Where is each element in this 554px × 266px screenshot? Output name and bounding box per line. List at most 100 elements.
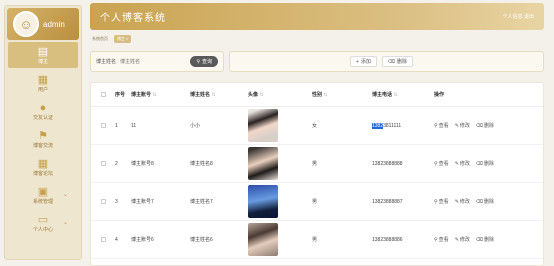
- table-header: 序号 博主账号 ⇅ 博主姓名 ⇅ 头像 ⇅ 性别 ⇅ 博主电话 ⇅ 操作: [91, 83, 543, 107]
- table-row: 2 博主账号8 博主姓名8 男 13823888888 ⚲ 查看 ✎ 修改 ⌫ 删除: [91, 145, 543, 183]
- edit-icon: ✎: [454, 160, 459, 167]
- tab-blogger[interactable]: 博主 ×: [114, 35, 132, 43]
- cell-gender: 女: [312, 123, 318, 129]
- delete-button[interactable]: ⌫ 删除: [475, 160, 494, 168]
- sidebar-item-users[interactable]: ▦ 用户: [8, 70, 78, 96]
- table-row: 1 11 小小 女 13823811111 ⚲ 查看 ✎ 修改 ⌫ 删除: [91, 107, 543, 145]
- cell-phone: 13823888887: [372, 198, 403, 205]
- edit-button[interactable]: ✎ 修改: [454, 198, 470, 206]
- delete-button[interactable]: ⌫ 删除: [476, 236, 494, 244]
- search-icon: ⚲: [434, 236, 438, 243]
- chevron-down-icon: ⌄: [62, 192, 68, 198]
- cell-no: 2: [115, 160, 118, 167]
- view-button[interactable]: ⚲ 查看: [434, 160, 449, 168]
- table-row: 3 博主账号7 博主姓名7 男 13823888887 ⚲ 查看 ✎ 修改 ⌫ 删除: [91, 183, 543, 221]
- col-ops: 操作: [434, 92, 445, 98]
- view-button[interactable]: ⚲ 查看: [434, 236, 449, 244]
- col-name[interactable]: 博主姓名 ⇅: [190, 91, 248, 98]
- search-button-label: 查询: [201, 59, 212, 65]
- avatar-image[interactable]: [248, 147, 278, 180]
- delete-button[interactable]: ⌫ 删除: [476, 198, 494, 206]
- row-checkbox[interactable]: [101, 199, 106, 204]
- page-title: 个人博客系统: [100, 13, 166, 24]
- col-account-label: 博主账号: [131, 92, 152, 98]
- edit-button[interactable]: ✎ 修改: [454, 236, 470, 244]
- view-label: 查看: [438, 161, 449, 167]
- brand: ☺ admin: [7, 8, 79, 40]
- breadcrumb: 系统首页 博主 ×: [90, 34, 544, 44]
- edit-icon: ✎: [454, 236, 459, 243]
- trash-icon: ⌫: [475, 160, 483, 167]
- edit-icon: ✎: [454, 198, 459, 205]
- col-avatar[interactable]: 头像 ⇅: [248, 91, 312, 98]
- sidebar-item-profile[interactable]: ▭ 个人中心 ⌄: [8, 210, 78, 236]
- view-label: 查看: [438, 237, 449, 243]
- sidebar-item-blog-forum[interactable]: ▦ 博客论坛: [8, 154, 78, 180]
- cell-no: 1: [115, 122, 118, 129]
- col-account[interactable]: 博主账号 ⇅: [131, 91, 190, 98]
- delete-label: 删除: [483, 237, 494, 243]
- edit-button[interactable]: ✎ 修改: [454, 160, 470, 168]
- document-icon: ▤: [37, 45, 49, 58]
- cell-account: 11: [131, 122, 137, 129]
- edit-icon: ✎: [454, 122, 459, 129]
- breadcrumb-home[interactable]: 系统首页: [92, 36, 108, 42]
- delete-button[interactable]: ⌫ 删除: [476, 122, 494, 130]
- search-bar: 博主姓名 ⚲ 查询: [90, 51, 224, 72]
- search-input[interactable]: [120, 56, 171, 67]
- header-user-menu[interactable]: 个人信息 退出: [503, 13, 534, 20]
- edit-label: 修改: [459, 123, 470, 129]
- view-button[interactable]: ⚲ 查看: [434, 122, 449, 130]
- cell-no: 4: [115, 236, 118, 243]
- delete-label: 删除: [483, 161, 494, 167]
- row-checkbox[interactable]: [101, 237, 106, 242]
- col-phone[interactable]: 博主电话 ⇅: [372, 91, 434, 98]
- sidebar-item-friend-auth[interactable]: ● 交友认证: [8, 98, 78, 124]
- cell-name: 博主姓名8: [190, 161, 213, 167]
- sidebar-item-label: 交友认证: [32, 114, 53, 121]
- select-all-checkbox[interactable]: [101, 92, 106, 97]
- cell-name: 博主姓名7: [190, 199, 213, 205]
- row-checkbox[interactable]: [101, 161, 106, 166]
- briefcase-icon: ▣: [37, 185, 49, 198]
- cell-phone: 13823811111: [372, 122, 434, 129]
- cell-gender: 男: [312, 237, 318, 243]
- edit-button[interactable]: ✎ 修改: [454, 122, 470, 130]
- cell-phone: 13823888888: [372, 160, 403, 167]
- delete-label: 删除: [483, 199, 494, 205]
- view-label: 查看: [438, 199, 449, 205]
- cell-account: 博主账号8: [131, 161, 154, 167]
- sidebar-item-blogger[interactable]: ▤ 博主: [8, 42, 78, 68]
- sidebar-item-blog-exchange[interactable]: ⚑ 博客交流: [8, 126, 78, 152]
- search-icon: ⚲: [434, 160, 438, 167]
- avatar[interactable]: ☺: [13, 11, 39, 37]
- view-button[interactable]: ⚲ 查看: [434, 198, 449, 206]
- sort-icon: ⇅: [393, 92, 398, 98]
- col-gender[interactable]: 性别 ⇅: [312, 91, 372, 98]
- cell-gender: 男: [312, 199, 318, 205]
- trash-icon: ⌫: [387, 58, 395, 65]
- avatar-image[interactable]: [248, 223, 278, 256]
- sort-icon: ⇅: [323, 92, 328, 98]
- edit-label: 修改: [459, 161, 470, 167]
- card-icon: ▭: [37, 213, 49, 226]
- add-button[interactable]: + 添加: [349, 56, 377, 67]
- avatar-image[interactable]: [248, 185, 278, 218]
- sidebar-item-label: 博客论坛: [32, 170, 53, 177]
- cell-gender: 男: [312, 161, 318, 167]
- row-checkbox[interactable]: [101, 123, 106, 128]
- search-button[interactable]: ⚲ 查询: [190, 56, 218, 67]
- col-no: 序号: [115, 92, 126, 98]
- grid-icon: ▦: [37, 157, 49, 170]
- plus-icon: +: [355, 58, 359, 65]
- sort-icon: ⇅: [152, 92, 157, 98]
- data-table: 序号 博主账号 ⇅ 博主姓名 ⇅ 头像 ⇅ 性别 ⇅ 博主电话 ⇅ 操作 1 1…: [90, 82, 544, 266]
- col-phone-label: 博主电话: [372, 92, 393, 98]
- avatar-image[interactable]: [248, 109, 278, 142]
- view-label: 查看: [438, 123, 449, 129]
- cell-name: 小小: [190, 123, 201, 129]
- sort-icon: ⇅: [259, 92, 264, 98]
- sidebar-item-label: 系统管理: [32, 198, 53, 205]
- delete-button[interactable]: ⌫ 删除: [381, 56, 413, 67]
- sidebar-item-system[interactable]: ▣ 系统管理 ⌄: [8, 182, 78, 208]
